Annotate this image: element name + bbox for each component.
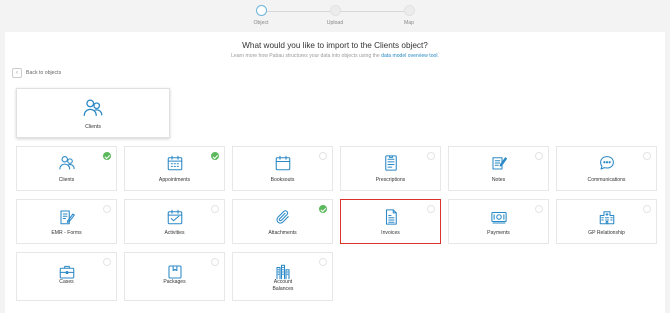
object-card-prescriptions[interactable]: Prescriptions: [340, 146, 441, 191]
object-card-payments[interactable]: Payments: [448, 199, 549, 244]
step-indicator: [329, 5, 341, 16]
object-card-appointments[interactable]: Appointments: [124, 146, 225, 191]
object-card-communications[interactable]: Communications: [556, 146, 657, 191]
clients-icon: [83, 98, 103, 116]
object-card-packages[interactable]: Packages: [124, 252, 225, 301]
select-radio[interactable]: [535, 152, 543, 160]
object-label: Cases: [59, 279, 74, 285]
object-label: Booksouts: [270, 177, 295, 183]
object-icon: [490, 154, 508, 172]
object-card-invoices[interactable]: Invoices: [340, 199, 441, 244]
step-upload[interactable]: Upload: [305, 5, 365, 26]
subtitle-suffix: .: [437, 53, 439, 59]
calendar-grid-icon: [167, 155, 182, 171]
object-card-gp-relationship[interactable]: GP Relationship: [556, 199, 657, 244]
object-label: Appointments: [158, 177, 191, 183]
invoice-icon: [385, 209, 397, 225]
page-title: What would you like to import to the Cli…: [242, 41, 428, 50]
step-label: Map: [403, 20, 415, 26]
object-label: Communications: [587, 177, 626, 183]
step-map[interactable]: Map: [379, 5, 439, 26]
form-edit-icon: [59, 210, 75, 225]
chat-icon: [599, 156, 614, 170]
object-label: Clients: [58, 177, 75, 183]
object-icon: [382, 208, 400, 226]
object-label: Account Balances: [272, 279, 294, 292]
object-label: EMR - Forms: [51, 230, 82, 236]
object-label: Packages: [163, 279, 186, 285]
object-icon: [598, 208, 616, 226]
object-icon: [274, 154, 292, 172]
object-card-activities[interactable]: Activities: [124, 199, 225, 244]
object-card-emr-forms[interactable]: EMR - Forms: [16, 199, 117, 244]
select-radio[interactable]: [535, 205, 543, 213]
import-stepper: Object Upload Map: [0, 0, 670, 32]
data-model-link[interactable]: data model overview tool: [381, 53, 437, 59]
object-icon: [598, 154, 616, 172]
object-icon: [58, 154, 76, 172]
step-object[interactable]: Object: [231, 5, 291, 26]
step-indicator: [255, 5, 267, 16]
object-card-cases[interactable]: Cases: [16, 252, 117, 301]
object-label: Notes: [491, 177, 506, 183]
step-label: Upload: [326, 20, 344, 26]
object-card-attachments[interactable]: Attachments: [232, 199, 333, 244]
check-icon[interactable]: [103, 152, 111, 160]
chevron-left-icon: ‹: [12, 68, 22, 78]
step-label: Object: [253, 20, 269, 26]
select-radio[interactable]: [103, 205, 111, 213]
select-radio[interactable]: [319, 152, 327, 160]
select-radio[interactable]: [211, 205, 219, 213]
calendar-icon: [275, 155, 290, 171]
select-radio[interactable]: [643, 205, 651, 213]
object-label: Payments: [487, 230, 510, 236]
hospital-icon: [599, 211, 614, 225]
object-card-clients[interactable]: Clients: [16, 146, 117, 191]
select-radio[interactable]: [427, 205, 435, 213]
object-label: Activities: [164, 230, 185, 236]
object-card-account-balances[interactable]: Account Balances: [232, 252, 333, 301]
object-label: GP Relationship: [588, 230, 625, 236]
object-icon: [58, 208, 76, 226]
object-card-booksouts[interactable]: Booksouts: [232, 146, 333, 191]
selected-object-card: Clients: [16, 88, 170, 138]
activities-calendar-icon: [167, 209, 182, 225]
select-radio[interactable]: [211, 258, 219, 266]
object-label: Invoices: [381, 230, 400, 236]
select-radio[interactable]: [643, 152, 651, 160]
object-icon: [274, 208, 292, 226]
selected-object-label: Clients: [85, 123, 101, 130]
object-card-notes[interactable]: Notes: [448, 146, 549, 191]
select-radio[interactable]: [427, 152, 435, 160]
back-to-objects-button[interactable]: ‹ Back to objects: [12, 68, 61, 78]
step-indicator: [403, 5, 415, 16]
object-icon: [166, 208, 184, 226]
object-icon: [490, 208, 508, 226]
select-radio[interactable]: [319, 258, 327, 266]
notes-icon: [491, 157, 507, 170]
subtitle-text: Learn more how Pabau structures your dat…: [231, 53, 380, 59]
check-icon[interactable]: [319, 205, 327, 213]
clients-icon: [58, 156, 75, 170]
payment-icon: [490, 211, 507, 224]
back-label: Back to objects: [26, 70, 62, 76]
object-label: Attachments: [268, 230, 297, 236]
select-radio[interactable]: [103, 258, 111, 266]
object-icon: [166, 154, 184, 172]
prescription-icon: [384, 155, 397, 171]
object-icon: [382, 154, 400, 172]
page-subtitle: Learn more how Pabau structures your dat…: [0, 53, 670, 59]
object-label: Prescriptions: [375, 177, 406, 183]
paperclip-icon: [275, 210, 289, 224]
check-icon[interactable]: [211, 152, 219, 160]
